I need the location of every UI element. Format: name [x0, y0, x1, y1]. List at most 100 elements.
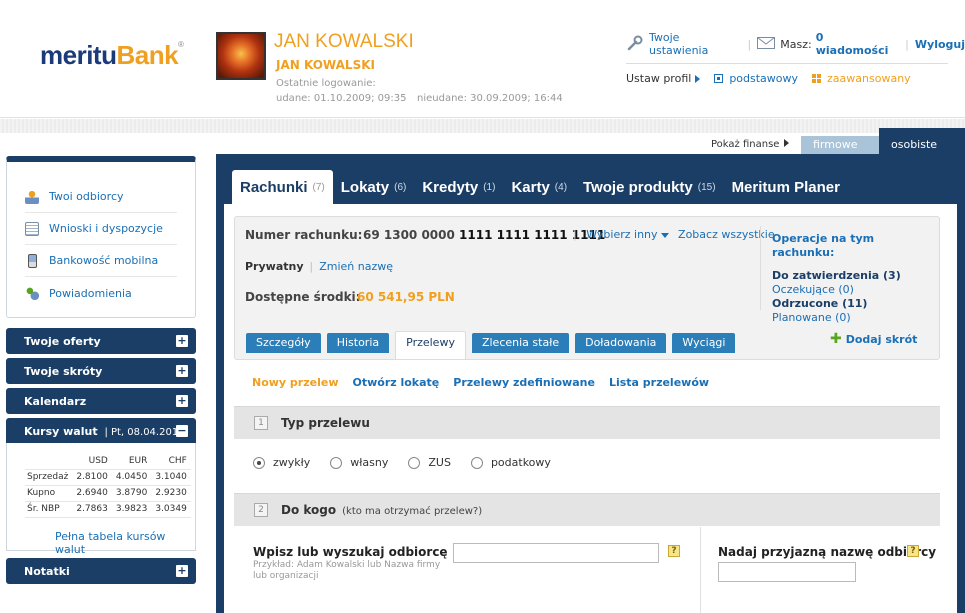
section-recipient: 2 Do kogo (kto ma otrzymać przelew?)	[234, 493, 940, 526]
fx-rates-table: USD EUR CHF Sprzedaż 2.8100 4.0450 3.104…	[25, 453, 191, 518]
transfer-actions: Nowy przelew Otwórz lokatę Przelewy zdef…	[252, 376, 723, 389]
sidebar-item-requests[interactable]: Wnioski i dyspozycje	[25, 213, 177, 245]
operations-to-approve-link[interactable]: Do zatwierdzenia (3)	[772, 269, 930, 283]
last-login-fail: nieudane: 30.09.2009; 16:44	[417, 93, 563, 104]
mobile-phone-icon	[28, 253, 37, 268]
expand-plus-icon[interactable]: +	[176, 365, 188, 377]
account-type: Prywatny | Zmień nazwę	[245, 260, 394, 273]
messages-label: Masz:	[780, 37, 812, 51]
chevron-down-icon	[660, 232, 669, 238]
account-subtabs: Szczegóły Historia Przelewy Zlecenia sta…	[246, 331, 741, 359]
arrow-right-icon	[695, 74, 701, 83]
tab-deposits[interactable]: Lokaty (6)	[333, 170, 415, 204]
finance-business-tab[interactable]: firmowe	[801, 136, 879, 154]
divider	[700, 527, 701, 613]
radio-selected-icon	[253, 456, 265, 469]
transfer-type-radios: zwykły własny ZUS podatkowy	[253, 456, 571, 469]
account-number-label: Numer rachunku:	[245, 228, 363, 242]
defined-transfers-link[interactable]: Przelewy zdefiniowane	[453, 376, 595, 389]
main-tabs: Rachunki (7) Lokaty (6) Kredyty (1) Karty (4…	[232, 170, 848, 204]
transfer-list-link[interactable]: Lista przelewów	[609, 376, 709, 389]
last-login-ok: udane: 01.10.2009; 09:35	[276, 93, 407, 104]
radio-icon	[408, 456, 421, 469]
table-row: Śr. NBP 2.7863 3.9823 3.0349	[25, 501, 191, 518]
recipient-nickname-input[interactable]	[718, 562, 856, 582]
subtab-transfers[interactable]: Przelewy	[395, 331, 466, 359]
fx-rates-box: USD EUR CHF Sprzedaż 2.8100 4.0450 3.104…	[6, 443, 196, 556]
bank-logo[interactable]: merituBank®	[40, 40, 184, 71]
section-transfer-type: 1 Typ przelewu	[234, 406, 940, 439]
user-name-big: JAN KOWALSKI	[274, 31, 414, 52]
plus-icon: ✚	[830, 331, 842, 347]
top-right-links: Twoje ustawienia | Masz: 0 wiadomości | …	[626, 31, 965, 57]
operations-title: Operacje na tym rachunku:	[772, 232, 875, 259]
profile-switch: Ustaw profil podstawowy zaawansowany	[626, 63, 948, 85]
tab-products[interactable]: Twoje produkty (15)	[575, 170, 724, 204]
header-stripe	[0, 119, 965, 133]
tab-loans[interactable]: Kredyty (1)	[414, 170, 503, 204]
help-icon[interactable]: ?	[668, 545, 680, 557]
radio-regular[interactable]: zwykły	[253, 456, 310, 469]
settings-link[interactable]: Twoje ustawienia	[649, 31, 742, 57]
header: merituBank® JAN KOWALSKI JAN KOWALSKI Os…	[0, 0, 965, 118]
table-row: USD EUR CHF	[25, 453, 191, 470]
fx-full-table-link[interactable]: Pełna tabela kursów walut	[55, 530, 195, 556]
sidebar-shortcuts-header[interactable]: Twoje skróty +	[6, 358, 196, 384]
recipient-input[interactable]	[453, 543, 659, 563]
table-row: Sprzedaż 2.8100 4.0450 3.1040	[25, 469, 191, 486]
expand-plus-icon[interactable]: +	[176, 565, 188, 577]
finance-personal-tab[interactable]: osobiste	[879, 128, 965, 154]
help-icon[interactable]: ?	[907, 545, 919, 557]
profile-advanced-link[interactable]: zaawansowany	[827, 72, 911, 85]
wrench-icon	[626, 35, 644, 54]
profile-label: Ustaw profil	[626, 72, 692, 85]
tab-planner[interactable]: Meritum Planer	[724, 170, 848, 204]
operations-pending-link[interactable]: Oczekujące (0)	[772, 283, 930, 297]
expand-plus-icon[interactable]: +	[176, 335, 188, 347]
subtab-topups[interactable]: Doładowania	[575, 333, 667, 353]
rename-account-link[interactable]: Zmień nazwę	[319, 260, 393, 273]
choose-other-account-link[interactable]: Wybierz inny	[586, 228, 669, 241]
operations-rejected-link[interactable]: Odrzucone (11)	[772, 297, 930, 311]
collapse-minus-icon[interactable]: −	[176, 425, 188, 437]
available-funds-value: 60 541,95 PLN	[357, 290, 455, 304]
add-shortcut-button[interactable]: ✚ Dodaj skrót	[830, 331, 917, 347]
account-links: | Wybierz inny Zobacz wszystkie	[573, 228, 775, 241]
recipient-example: Przykład: Adam Kowalski lub Nazwa firmy …	[253, 560, 441, 581]
account-number: 69 1300 0000 1111 1111 1111 1111	[363, 228, 606, 242]
open-deposit-link[interactable]: Otwórz lokatę	[352, 376, 439, 389]
table-row: Kupno 2.6940 3.8790 2.9230	[25, 485, 191, 502]
operations-planned-link[interactable]: Planowane (0)	[772, 311, 930, 325]
radio-own[interactable]: własny	[330, 456, 388, 469]
subtab-details[interactable]: Szczegóły	[246, 333, 321, 353]
messages-link[interactable]: 0 wiadomości	[816, 31, 899, 57]
recipient-nickname-label: Nadaj przyjazną nazwę odbiorcy	[718, 545, 937, 559]
sidebar-fx-header[interactable]: Kursy walut | Pt, 08.04.2011 −	[6, 418, 196, 444]
tab-accounts[interactable]: Rachunki (7)	[232, 170, 333, 204]
radio-zus[interactable]: ZUS	[408, 456, 451, 469]
step-number: 2	[254, 503, 268, 517]
subtab-statements[interactable]: Wyciągi	[672, 333, 736, 353]
sidebar-offers-header[interactable]: Twoje oferty +	[6, 328, 196, 354]
expand-plus-icon[interactable]: +	[176, 395, 188, 407]
basic-profile-icon	[714, 74, 724, 83]
new-transfer-link[interactable]: Nowy przelew	[252, 376, 338, 389]
radio-tax[interactable]: podatkowy	[470, 456, 551, 469]
document-icon	[25, 221, 39, 236]
subtab-standing-orders[interactable]: Zlecenia stałe	[471, 333, 570, 353]
subtab-history[interactable]: Historia	[326, 333, 390, 353]
profile-basic-link[interactable]: podstawowy	[729, 72, 798, 85]
sidebar-item-mobile[interactable]: Bankowość mobilna	[25, 245, 177, 277]
available-funds-label: Dostępne środki:	[245, 290, 361, 304]
tab-cards[interactable]: Karty (4)	[503, 170, 575, 204]
sidebar-item-recipients[interactable]: Twoi odbiorcy	[25, 181, 177, 213]
finance-toggle-label: Pokaż finanse	[711, 139, 790, 150]
quick-links-box: Twoi odbiorcy Wnioski i dyspozycje Banko…	[6, 156, 196, 318]
radio-icon	[330, 456, 343, 469]
sidebar-calendar-header[interactable]: Kalendarz +	[6, 388, 196, 414]
user-name-small: JAN KOWALSKI	[276, 58, 375, 72]
sidebar-notes-header[interactable]: Notatki +	[6, 558, 196, 584]
sidebar-item-notifications[interactable]: Powiadomienia	[25, 277, 177, 309]
section-title: Typ przelewu	[281, 416, 370, 430]
logout-link[interactable]: Wyloguj	[915, 38, 965, 51]
